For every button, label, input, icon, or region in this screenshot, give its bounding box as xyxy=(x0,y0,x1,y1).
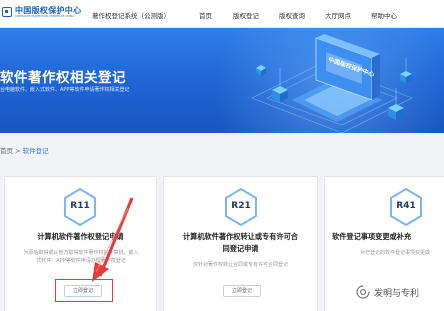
nav-home[interactable]: 首页 xyxy=(199,10,212,20)
nav-service-halls[interactable]: 大厅网点 xyxy=(325,10,351,20)
nav-help-center[interactable]: 帮助中心 xyxy=(371,10,397,20)
isometric-platform-illustration: 中国版权保护中心 xyxy=(251,34,413,133)
logo-emblem-icon xyxy=(2,7,12,17)
banner-subtitle: 台电脑软件、嵌入式软件、APP等软件申请著作权相关登记 xyxy=(0,87,130,93)
register-now-button-r21[interactable]: 立即登记 xyxy=(223,285,261,297)
system-title: 著作权登记系统（公测版） xyxy=(92,12,170,20)
logo-text-en: COPYRIGHT PROTECTION CENTER OF CHINA xyxy=(15,15,74,18)
service-title-r21: 计算机软件著作权转让或专有许可合 同登记申请 xyxy=(182,232,298,253)
hero-banner: 软件著作权相关登记 台电脑软件、嵌入式软件、APP等软件申请著作权相关登记 中国… xyxy=(0,28,444,133)
nav-copyright-registration[interactable]: 版权登记 xyxy=(233,10,259,20)
banner-title: 软件著作权相关登记 xyxy=(0,70,126,86)
breadcrumb-current: 软件登记 xyxy=(22,147,49,155)
service-desc-r41: 对已登记的软件登记事项变更或 xyxy=(360,250,431,256)
service-desc-r21: 仅针对著作权转让合同或专有许可合同登记 xyxy=(192,262,288,268)
service-code-r21: R21 xyxy=(231,201,251,211)
wechat-watermark: 发明与专利 xyxy=(356,281,444,303)
site-logo[interactable]: 中国版权保护中心 COPYRIGHT PROTECTION CENTER OF … xyxy=(2,5,81,23)
nav-copyright-search[interactable]: 版权查询 xyxy=(279,10,305,20)
breadcrumb-separator: > xyxy=(15,147,21,155)
watermark-text: 发明与专利 xyxy=(374,289,420,299)
breadcrumb: 首页 > 软件登记 xyxy=(0,145,49,155)
breadcrumb-home[interactable]: 首页 xyxy=(0,147,13,155)
top-navigation-bar: 中国版权保护中心 COPYRIGHT PROTECTION CENTER OF … xyxy=(0,0,444,28)
annotation-arrow-icon xyxy=(92,197,134,282)
wechat-official-account-icon xyxy=(356,285,370,299)
service-code-r41: R41 xyxy=(396,201,416,211)
service-title-r41: 软件登记事项变更或补充 xyxy=(332,232,412,241)
